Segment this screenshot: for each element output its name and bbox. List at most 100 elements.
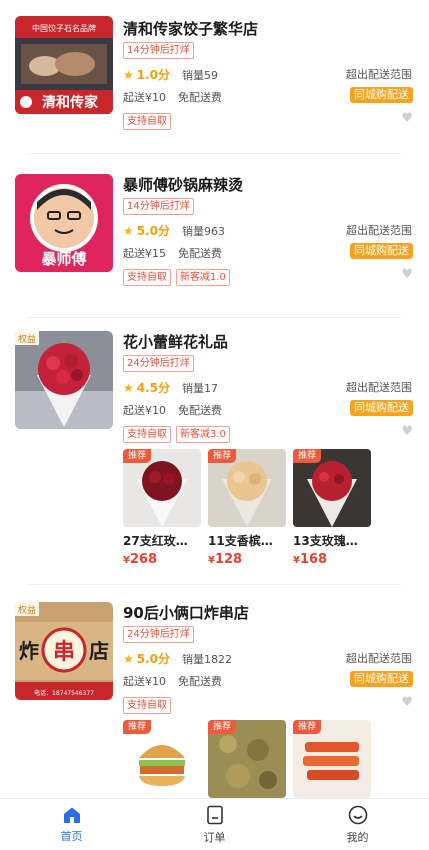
sales-count: 销量17 (182, 381, 219, 395)
store-thumbnail[interactable]: 炸 串 店 电话：18747546377 权益 (15, 602, 113, 700)
bottom-tab-bar: 首页 订单 我的 (0, 798, 429, 850)
app-screen: 中国饺子石名品牌 清和传家 清和传家饺子繁华店 14分钟后打烊 ★ 1.0分 销… (0, 0, 429, 850)
thumb-brand-text: 清和传家 (42, 94, 99, 111)
store-thumbnail[interactable]: 暴师傅 (15, 174, 113, 272)
product-image[interactable]: 推荐 (123, 720, 201, 798)
new-customer-tag: 新客减3.0 (176, 426, 230, 443)
store-list[interactable]: 中国饺子石名品牌 清和传家 清和传家饺子繁华店 14分钟后打烊 ★ 1.0分 销… (0, 0, 429, 798)
divider (28, 584, 401, 585)
store-card[interactable]: 暴师傅 暴师傅砂锅麻辣烫 14分钟后打烊 ★ 5.0分 销量963 超出配送范围… (0, 170, 429, 328)
product-card[interactable]: 推荐 27支红玫… ¥268 (123, 449, 201, 567)
delivery-fee: 免配送费 (178, 91, 222, 104)
product-card[interactable]: 推荐 (293, 720, 371, 798)
thumb-brand-text: 暴师傅 (41, 250, 86, 268)
thumb-sign-char: 店 (89, 639, 109, 663)
closing-time-tag: 14分钟后打烊 (123, 198, 194, 215)
tab-orders[interactable]: 订单 (143, 799, 286, 850)
rating-score: 5.0分 (136, 224, 171, 238)
recommend-badge: 推荐 (293, 449, 322, 463)
product-name: 27支红玫… (123, 534, 188, 548)
delivery-info-row: 起送¥10 免配送费 (123, 402, 222, 418)
recommend-badge: 推荐 (123, 720, 152, 734)
product-card[interactable]: 推荐 13支玫瑰… ¥168 (293, 449, 371, 567)
heart-icon[interactable]: ♥ (401, 425, 413, 438)
city-delivery-badge: 同城购配送 (350, 243, 413, 259)
order-icon (206, 805, 223, 824)
new-customer-tag: 新客减1.0 (176, 269, 230, 286)
delivery-range-text: 超出配送范围 (346, 68, 412, 81)
profile-icon (348, 805, 367, 824)
recommend-badge: 推荐 (123, 449, 152, 463)
delivery-range-text: 超出配送范围 (346, 224, 412, 237)
product-image[interactable]: 推荐 (293, 720, 371, 798)
heart-icon[interactable]: ♥ (401, 696, 413, 709)
product-card[interactable]: 推荐 (208, 720, 286, 798)
store-thumbnail[interactable]: 权益 (15, 331, 113, 429)
store-name[interactable]: 暴师傅砂锅麻辣烫 (123, 174, 243, 195)
store-card[interactable]: 中国饺子石名品牌 清和传家 清和传家饺子繁华店 14分钟后打烊 ★ 1.0分 销… (0, 14, 429, 154)
pickup-tag: 支持自取 (123, 113, 171, 130)
product-image[interactable]: 推荐 (208, 449, 286, 527)
tab-home[interactable]: 首页 (0, 799, 143, 850)
rating-score: 4.5分 (136, 381, 171, 395)
product-image[interactable]: 推荐 (208, 720, 286, 798)
store-thumbnail[interactable]: 中国饺子石名品牌 清和传家 (15, 16, 113, 114)
delivery-info-row: 起送¥10 免配送费 (123, 89, 222, 105)
min-order: 起送¥10 (123, 91, 166, 104)
star-icon: ★ (123, 380, 134, 395)
sales-count: 销量59 (182, 68, 219, 82)
closing-time-tag: 24分钟后打烊 (123, 626, 194, 643)
product-price: ¥168 (293, 552, 328, 567)
store-card[interactable]: 炸 串 店 电话：18747546377 权益 90后小俩口炸串店 24分钟后打… (0, 598, 429, 798)
thumb-sign-char: 炸 (19, 639, 39, 663)
thumb-top-text: 中国饺子石名品牌 (32, 23, 96, 33)
tab-label: 我的 (346, 830, 369, 844)
product-card[interactable]: 推荐 (123, 720, 201, 798)
tab-label: 首页 (60, 829, 83, 843)
delivery-info-row: 起送¥10 免配送费 (123, 673, 222, 689)
divider (28, 153, 401, 154)
product-name: 11支香槟… (208, 534, 273, 548)
recommend-badge: 推荐 (293, 720, 322, 734)
product-price: ¥128 (208, 552, 243, 567)
tab-profile[interactable]: 我的 (286, 799, 429, 850)
product-image[interactable]: 推荐 (123, 449, 201, 527)
divider (28, 317, 401, 318)
delivery-range-text: 超出配送范围 (346, 381, 412, 394)
sales-count: 销量1822 (182, 652, 233, 666)
star-icon: ★ (123, 651, 134, 666)
city-delivery-badge: 同城购配送 (350, 671, 413, 687)
star-icon: ★ (123, 67, 134, 82)
delivery-fee: 免配送费 (178, 247, 222, 260)
rating-score: 1.0分 (136, 68, 171, 82)
thumb-corner-text: 权益 (18, 604, 36, 616)
delivery-range-text: 超出配送范围 (346, 652, 412, 665)
store-name[interactable]: 花小蕾鲜花礼品 (123, 331, 228, 352)
home-icon (63, 807, 80, 823)
store-name[interactable]: 90后小俩口炸串店 (123, 602, 249, 623)
rating-row: ★ 5.0分 销量963 (123, 222, 225, 239)
rating-row: ★ 5.0分 销量1822 (123, 650, 232, 667)
pickup-tag: 支持自取 (123, 426, 171, 443)
pickup-tag: 支持自取 (123, 269, 171, 286)
product-price: ¥268 (123, 552, 158, 567)
delivery-info-row: 起送¥15 免配送费 (123, 245, 222, 261)
heart-icon[interactable]: ♥ (401, 112, 413, 125)
city-delivery-badge: 同城购配送 (350, 87, 413, 103)
store-card[interactable]: 权益 花小蕾鲜花礼品 24分钟后打烊 ★ 4.5分 销量17 超出配送范围 起送… (0, 327, 429, 589)
tab-label: 订单 (203, 830, 226, 844)
rating-score: 5.0分 (136, 652, 171, 666)
rating-row: ★ 1.0分 销量59 (123, 66, 218, 83)
sales-count: 销量963 (182, 224, 226, 238)
recommend-badge: 推荐 (208, 720, 237, 734)
closing-time-tag: 14分钟后打烊 (123, 42, 194, 59)
heart-icon[interactable]: ♥ (401, 268, 413, 281)
min-order: 起送¥10 (123, 404, 166, 417)
product-card[interactable]: 推荐 11支香槟… ¥128 (208, 449, 286, 567)
pickup-tag: 支持自取 (123, 697, 171, 714)
delivery-fee: 免配送费 (178, 675, 222, 688)
thumb-phone-text: 电话：18747546377 (34, 689, 94, 697)
store-name[interactable]: 清和传家饺子繁华店 (123, 18, 258, 39)
product-image[interactable]: 推荐 (293, 449, 371, 527)
product-name: 13支玫瑰… (293, 534, 358, 548)
